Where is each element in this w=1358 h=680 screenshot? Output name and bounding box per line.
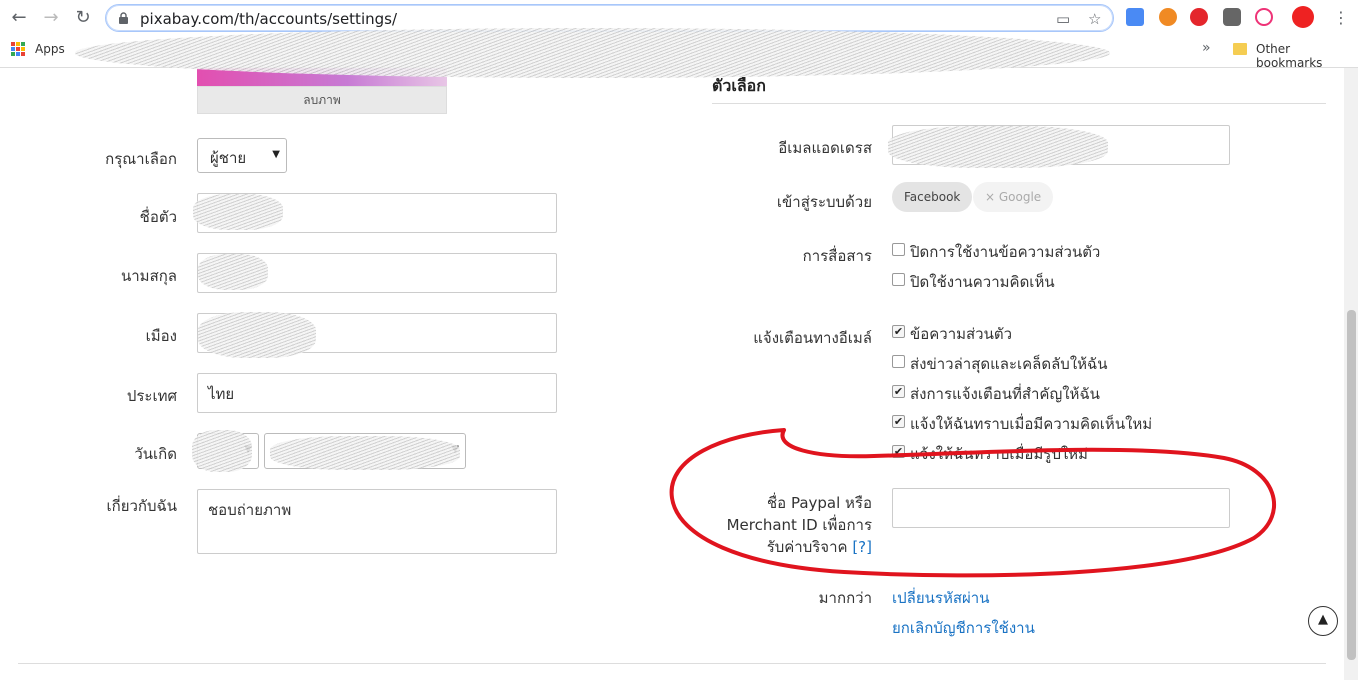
profile-avatar-icon[interactable] — [1292, 6, 1314, 28]
facebook-login-button[interactable]: Facebook — [892, 182, 973, 212]
redaction-scribble — [198, 312, 316, 358]
gender-label: กรุณาเลือก — [105, 150, 177, 168]
red-annotation-circle — [669, 428, 1277, 578]
redaction-scribble — [75, 28, 1110, 78]
back-icon[interactable]: ← — [7, 6, 31, 30]
more-label: มากกว่า — [818, 589, 872, 607]
cast-icon[interactable]: ▭ — [1056, 10, 1070, 28]
apps-grid-icon[interactable] — [11, 42, 25, 56]
login-with-label: เข้าสู่ระบบด้วย — [776, 193, 872, 211]
checkbox-label: ข้อความส่วนตัว — [910, 325, 1013, 343]
extension-orange-icon[interactable] — [1159, 8, 1177, 26]
checkbox-checked[interactable]: ✔ — [892, 415, 905, 428]
scroll-thumb[interactable] — [1347, 310, 1356, 660]
email-label: อีเมลแอดเดรส — [778, 139, 872, 157]
redaction-scribble — [888, 126, 1108, 168]
redaction-scribble — [192, 430, 252, 472]
checkbox-label: ปิดใช้งานความคิดเห็น — [910, 273, 1055, 291]
caret-down-icon: ▼ — [272, 149, 280, 160]
forward-icon[interactable]: → — [39, 6, 63, 30]
options-title: ตัวเลือก — [712, 76, 766, 95]
about-textarea[interactable]: ชอบถ่ายภาพ — [197, 489, 557, 554]
country-input[interactable]: ไทย — [197, 373, 557, 413]
redaction-scribble — [193, 194, 283, 230]
cancel-account-link[interactable]: ยกเลิกบัญชีการใช้งาน — [892, 616, 1035, 640]
city-label: เมือง — [145, 327, 177, 345]
checkbox[interactable] — [892, 273, 905, 286]
about-label: เกี่ยวกับฉัน — [106, 497, 178, 515]
extension-glasses-icon[interactable] — [1223, 8, 1241, 26]
bookmark-star-icon[interactable]: ☆ — [1088, 10, 1101, 28]
settings-page: ลบภาพ กรุณาเลือก ผู้ชาย ▼ ชื่อตัว นามสกุ… — [0, 68, 1344, 680]
folder-icon — [1233, 43, 1247, 55]
checkbox-checked[interactable]: ✔ — [892, 385, 905, 398]
email-notify-label: แจ้งเตือนทางอีเมล์ — [753, 329, 872, 347]
first-name-label: ชื่อตัว — [139, 208, 177, 226]
menu-kebab-icon[interactable]: ⋮ — [1329, 6, 1353, 30]
other-bookmarks-link[interactable]: Other bookmarks — [1256, 42, 1358, 70]
translate-extension-icon[interactable] — [1126, 8, 1144, 26]
extension-yab-icon[interactable] — [1190, 8, 1208, 26]
lock-icon — [119, 12, 128, 24]
page-scrollbar[interactable] — [1344, 68, 1358, 680]
birthday-label: วันเกิด — [134, 445, 177, 463]
checkbox-checked[interactable]: ✔ — [892, 325, 905, 338]
country-label: ประเทศ — [126, 387, 177, 405]
reload-icon[interactable]: ↻ — [71, 6, 95, 30]
extension-octagon-icon[interactable] — [1255, 8, 1273, 26]
communication-label: การสื่อสาร — [802, 247, 872, 265]
delete-photo-button[interactable]: ลบภาพ — [197, 86, 447, 114]
divider — [18, 663, 1326, 664]
scroll-to-top-button[interactable]: ▲ — [1308, 606, 1338, 636]
bookmarks-overflow-icon[interactable]: » — [1202, 40, 1211, 56]
change-password-link[interactable]: เปลี่ยนรหัสผ่าน — [892, 586, 989, 610]
checkbox-label: ส่งการแจ้งเตือนที่สำคัญให้ฉัน — [910, 385, 1100, 403]
url-text[interactable]: pixabay.com/th/accounts/settings/ — [140, 10, 397, 28]
checkbox-label: ปิดการใช้งานข้อความส่วนตัว — [910, 243, 1101, 261]
last-name-label: นามสกุล — [121, 267, 177, 285]
apps-shortcut[interactable]: Apps — [35, 42, 65, 56]
divider — [712, 103, 1326, 104]
redaction-scribble — [198, 254, 268, 290]
google-login-button[interactable]: × Google — [973, 182, 1054, 212]
checkbox[interactable] — [892, 355, 905, 368]
gender-value: ผู้ชาย — [210, 149, 247, 167]
checkbox[interactable] — [892, 243, 905, 256]
checkbox-label: ส่งข่าวล่าสุดและเคล็ดลับให้ฉัน — [910, 355, 1108, 373]
redaction-scribble — [270, 436, 460, 470]
gender-select[interactable]: ผู้ชาย ▼ — [197, 138, 287, 173]
